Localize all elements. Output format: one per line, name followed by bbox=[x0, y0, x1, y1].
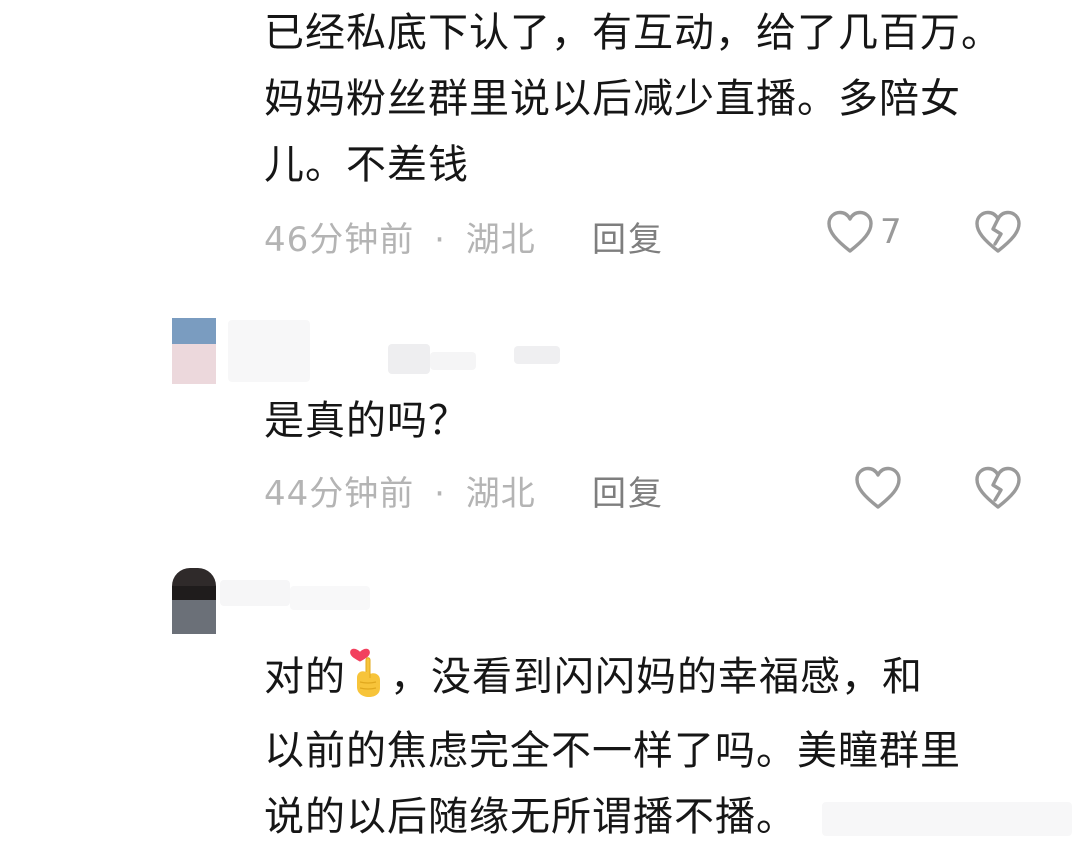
broken-heart-icon bbox=[974, 466, 1022, 510]
avatar[interactable] bbox=[172, 318, 216, 384]
heart-outline-icon bbox=[854, 466, 902, 510]
comment-meta-1: 46分钟前 · 湖北 bbox=[264, 212, 536, 261]
comment-line: 妈妈粉丝群里说以后减少直播。多陪女 bbox=[264, 76, 961, 122]
reply-button[interactable]: 回复 bbox=[592, 212, 664, 261]
comment-fragment: 对的 bbox=[264, 654, 346, 700]
meta-separator: · bbox=[434, 220, 446, 260]
like-button[interactable] bbox=[854, 466, 902, 510]
comment-line: 儿。不差钱 bbox=[264, 142, 469, 188]
username-blurred bbox=[220, 580, 290, 606]
heart-outline-icon bbox=[826, 210, 874, 254]
meta-separator: · bbox=[434, 474, 446, 514]
comment-line: 对的 ，没看到闪闪妈的幸福感，和 bbox=[264, 644, 961, 718]
comment-fragment: ，没看到闪闪妈的幸福感，和 bbox=[390, 654, 923, 700]
like-count: 7 bbox=[880, 212, 902, 252]
comment-time: 46分钟前 bbox=[264, 220, 415, 260]
comment-location: 湖北 bbox=[465, 220, 536, 260]
comment-text-1: 已经私底下认了，有互动，给了几百万。 妈妈粉丝群里说以后减少直播。多陪女 儿。不… bbox=[264, 0, 1002, 198]
comment-line: 已经私底下认了，有互动，给了几百万。 bbox=[264, 10, 1002, 56]
finger-heart-emoji bbox=[348, 648, 388, 718]
avatar[interactable] bbox=[172, 568, 216, 634]
username-blurred bbox=[290, 586, 370, 610]
comment-meta-2: 44分钟前 · 湖北 bbox=[264, 466, 536, 515]
user-badge-blurred bbox=[388, 344, 430, 374]
user-badge-blurred bbox=[514, 346, 560, 364]
broken-heart-icon bbox=[974, 210, 1022, 254]
reply-button[interactable]: 回复 bbox=[592, 466, 664, 515]
watermark-blurred bbox=[822, 802, 1072, 836]
comment-line: 以前的焦虑完全不一样了吗。美瞳群里 bbox=[264, 728, 961, 774]
dislike-button[interactable] bbox=[974, 466, 1022, 510]
like-button[interactable]: 7 bbox=[826, 210, 902, 254]
comment-line: 是真的吗？ bbox=[264, 398, 469, 444]
comment-location: 湖北 bbox=[465, 474, 536, 514]
comment-time: 44分钟前 bbox=[264, 474, 415, 514]
dislike-button[interactable] bbox=[974, 210, 1022, 254]
comment-text-2: 是真的吗？ bbox=[264, 388, 469, 454]
username-blurred bbox=[228, 320, 310, 382]
user-badge-blurred bbox=[430, 352, 476, 370]
